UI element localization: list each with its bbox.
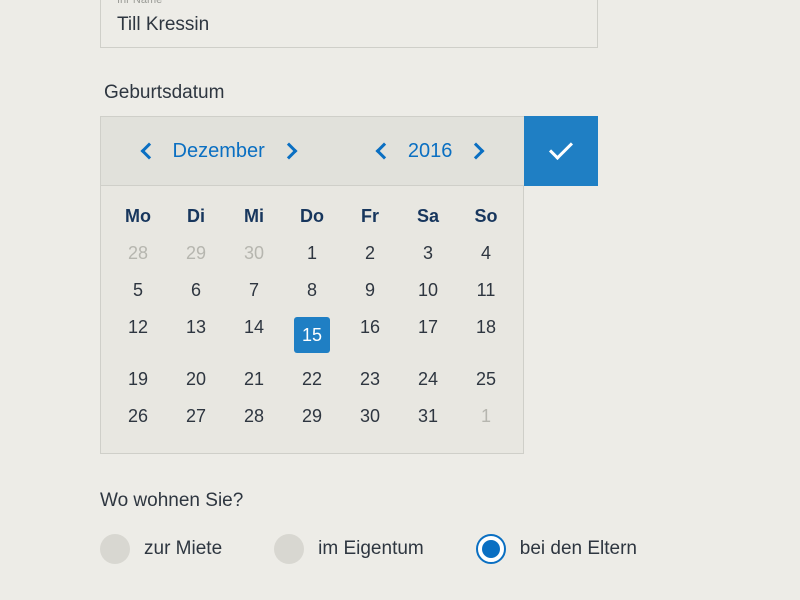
housing-section: Wo wohnen Sie? zur Miete im Eigentum bei… (100, 490, 800, 564)
month-label[interactable]: Dezember (173, 140, 265, 163)
calendar-day[interactable]: 24 (399, 361, 457, 398)
date-nav-bar: Dezember 2016 (100, 116, 524, 186)
calendar-day[interactable]: 28 (225, 398, 283, 435)
calendar-row: 12 13 14 15 16 17 18 (109, 309, 515, 361)
calendar-row: 26 27 28 29 30 31 1 (109, 398, 515, 435)
calendar-day[interactable]: 9 (341, 272, 399, 309)
housing-option-miete[interactable]: zur Miete (100, 534, 222, 564)
calendar-day[interactable]: 2 (341, 235, 399, 272)
calendar-day-other-month[interactable]: 30 (225, 235, 283, 272)
calendar-day[interactable]: 23 (341, 361, 399, 398)
weekday-head: Fr (341, 198, 399, 235)
housing-option-eltern[interactable]: bei den Eltern (476, 534, 637, 564)
calendar-day[interactable]: 18 (457, 309, 515, 361)
weekday-head: Mi (225, 198, 283, 235)
radio-inner-dot (482, 540, 500, 558)
calendar-day[interactable]: 3 (399, 235, 457, 272)
calendar-day[interactable]: 22 (283, 361, 341, 398)
calendar-day[interactable]: 26 (109, 398, 167, 435)
calendar-day[interactable]: 7 (225, 272, 283, 309)
date-picker: Dezember 2016 Mo Di Mi Do Fr Sa (100, 116, 598, 454)
year-nav: 2016 (378, 140, 483, 163)
calendar-day[interactable]: 10 (399, 272, 457, 309)
date-picker-header: Dezember 2016 (100, 116, 598, 186)
calendar-day[interactable]: 14 (225, 309, 283, 361)
calendar-day[interactable]: 25 (457, 361, 515, 398)
calendar-day[interactable]: 16 (341, 309, 399, 361)
housing-question: Wo wohnen Sie? (100, 490, 800, 512)
calendar-day-selected-value: 15 (294, 317, 330, 353)
year-next-icon[interactable] (468, 143, 485, 160)
weekday-head: Di (167, 198, 225, 235)
month-prev-icon[interactable] (140, 143, 157, 160)
weekday-head: Mo (109, 198, 167, 235)
calendar-row: 19 20 21 22 23 24 25 (109, 361, 515, 398)
weekday-head: Sa (399, 198, 457, 235)
year-label[interactable]: 2016 (408, 140, 453, 163)
confirm-date-button[interactable] (524, 116, 598, 186)
calendar-day[interactable]: 21 (225, 361, 283, 398)
radio-icon (274, 534, 304, 564)
calendar-day[interactable]: 17 (399, 309, 457, 361)
calendar-day[interactable]: 31 (399, 398, 457, 435)
calendar-day[interactable]: 12 (109, 309, 167, 361)
housing-option-label: zur Miete (144, 538, 222, 560)
month-next-icon[interactable] (280, 143, 297, 160)
weekday-head: So (457, 198, 515, 235)
calendar-day[interactable]: 8 (283, 272, 341, 309)
calendar-day[interactable]: 19 (109, 361, 167, 398)
month-nav: Dezember (143, 140, 295, 163)
calendar-day-other-month[interactable]: 29 (167, 235, 225, 272)
housing-options: zur Miete im Eigentum bei den Eltern (100, 534, 800, 564)
calendar-day[interactable]: 27 (167, 398, 225, 435)
housing-option-eigentum[interactable]: im Eigentum (274, 534, 424, 564)
name-input-field[interactable]: Ihr Name Till Kressin (100, 0, 598, 48)
radio-icon (100, 534, 130, 564)
radio-icon-checked (476, 534, 506, 564)
calendar-day[interactable]: 29 (283, 398, 341, 435)
calendar-row: 28 29 30 1 2 3 4 (109, 235, 515, 272)
calendar-day[interactable]: 11 (457, 272, 515, 309)
calendar-day[interactable]: 13 (167, 309, 225, 361)
check-icon (549, 136, 573, 160)
calendar-grid: Mo Di Mi Do Fr Sa So 28 29 30 1 2 3 4 5 … (100, 186, 524, 454)
housing-option-label: im Eigentum (318, 538, 424, 560)
calendar-day[interactable]: 5 (109, 272, 167, 309)
weekday-head: Do (283, 198, 341, 235)
name-field-value: Till Kressin (117, 14, 209, 36)
birthdate-label: Geburtsdatum (100, 82, 800, 104)
housing-option-label: bei den Eltern (520, 538, 637, 560)
calendar-day-other-month[interactable]: 1 (457, 398, 515, 435)
calendar-day[interactable]: 6 (167, 272, 225, 309)
calendar-day[interactable]: 1 (283, 235, 341, 272)
name-field-label: Ihr Name (117, 0, 162, 6)
calendar-day-selected[interactable]: 15 (283, 309, 341, 361)
calendar-day-other-month[interactable]: 28 (109, 235, 167, 272)
weekday-header-row: Mo Di Mi Do Fr Sa So (109, 198, 515, 235)
calendar-row: 5 6 7 8 9 10 11 (109, 272, 515, 309)
year-prev-icon[interactable] (375, 143, 392, 160)
calendar-day[interactable]: 20 (167, 361, 225, 398)
calendar-day[interactable]: 30 (341, 398, 399, 435)
calendar-day[interactable]: 4 (457, 235, 515, 272)
